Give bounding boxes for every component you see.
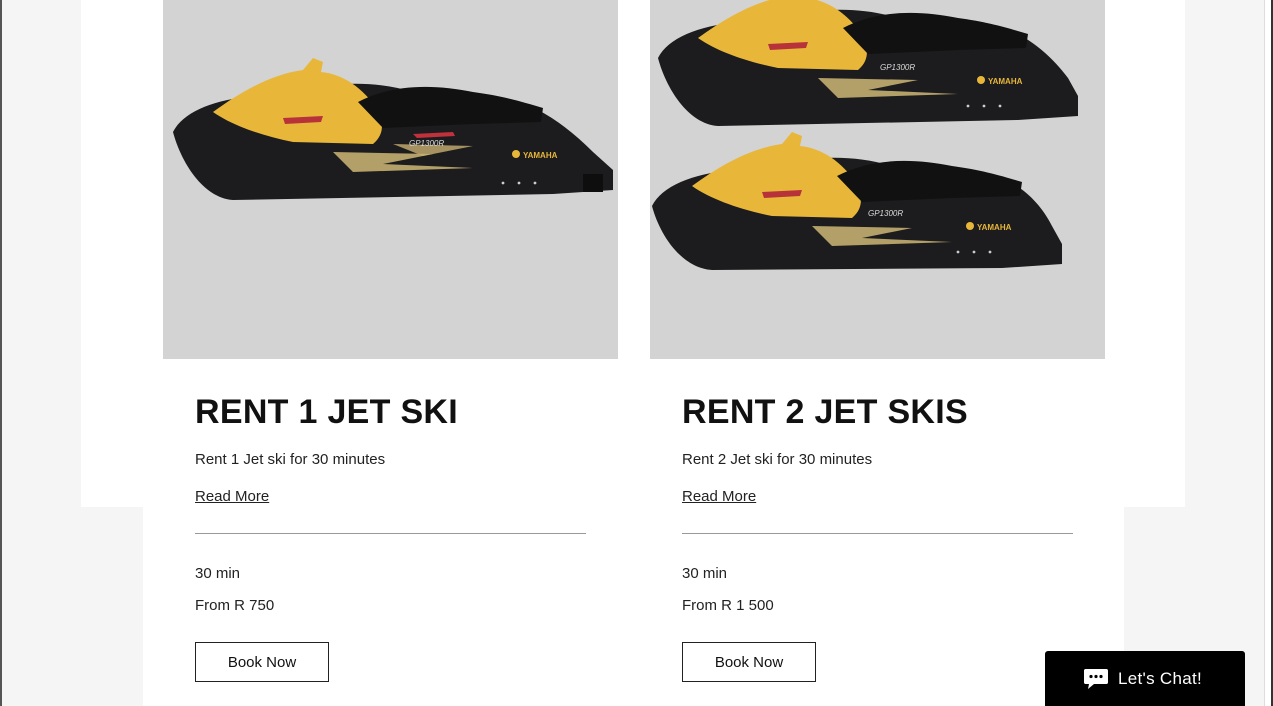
jetski-pair-image: YAMAHA GP1300R YAMAHA GP1300R	[652, 0, 1078, 270]
service-title: RENT 2 JET SKIS	[682, 393, 969, 431]
chat-label: Let's Chat!	[1118, 669, 1203, 688]
model-logo-text: GP1300R	[880, 63, 915, 72]
service-description: Rent 1 Jet ski for 30 minutes	[195, 451, 386, 468]
brand-logo-text: YAMAHA	[988, 77, 1023, 86]
book-now-button[interactable]: Book Now	[195, 642, 329, 682]
read-more-link[interactable]: Read More	[682, 488, 756, 505]
book-now-button[interactable]: Book Now	[682, 642, 816, 682]
window-edge-left	[0, 0, 2, 706]
page: YAMAHA GP1300R RENT 1 JET SKI Rent 1 Jet…	[0, 0, 1273, 706]
service-title: RENT 1 JET SKI	[195, 393, 459, 431]
service-price: From R 750	[195, 597, 275, 614]
read-more-link[interactable]: Read More	[195, 488, 269, 505]
model-logo-text: GP1300R	[868, 209, 903, 218]
service-description: Rent 2 Jet ski for 30 minutes	[682, 451, 873, 468]
service-price: From R 1 500	[682, 597, 774, 614]
chat-widget-button[interactable]: Let's Chat!	[1045, 651, 1245, 706]
service-duration: 30 min	[682, 565, 728, 582]
service-image-1[interactable]: YAMAHA GP1300R	[163, 0, 618, 359]
brand-logo-text: YAMAHA	[523, 151, 558, 160]
divider	[195, 533, 586, 534]
divider	[682, 533, 1073, 534]
service-image-2[interactable]: YAMAHA GP1300R YAMAHA GP1300R	[650, 0, 1105, 359]
chat-bubble-icon	[1084, 669, 1108, 689]
model-logo-text: GP1300R	[409, 139, 444, 148]
scrollbar-track[interactable]	[1264, 0, 1271, 706]
jetski-image: YAMAHA GP1300R	[173, 58, 613, 200]
brand-logo-text: YAMAHA	[977, 223, 1012, 232]
service-duration: 30 min	[195, 565, 241, 582]
